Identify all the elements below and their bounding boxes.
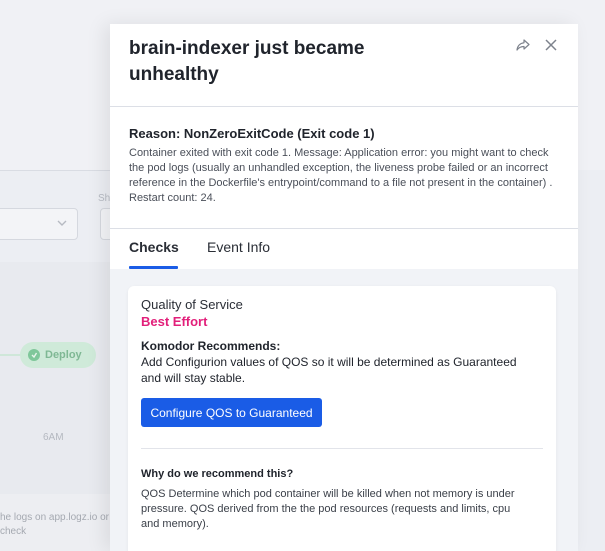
reason-section: Reason: NonZeroExitCode (Exit code 1) Co… <box>110 107 578 228</box>
background-timeline <box>0 262 110 494</box>
active-tab-indicator <box>129 266 178 269</box>
close-icon[interactable] <box>544 38 558 52</box>
deploy-label: Deploy <box>45 349 82 361</box>
drawer-header: brain-indexer just became unhealthy <box>110 24 578 106</box>
why-title: Why do we recommend this? <box>141 468 294 480</box>
reason-title: Reason: NonZeroExitCode (Exit code 1) <box>129 126 375 141</box>
qos-label: Quality of Service <box>141 297 243 312</box>
share-icon[interactable] <box>516 38 530 52</box>
background-logs-text: he logs on app.logz.io or check <box>0 512 109 537</box>
screen: Sh Deploy 6AM he logs on app.logz.io or … <box>0 0 605 551</box>
configure-qos-button[interactable]: Configure QOS to Guaranteed <box>141 398 322 427</box>
tab-event-info[interactable]: Event Info <box>207 239 270 255</box>
reason-message: Container exited with exit code 1. Messa… <box>129 147 553 204</box>
background-filter-label: Sh <box>98 193 111 204</box>
drawer-tabs: Checks Event Info <box>110 229 578 269</box>
qos-check-card: Quality of Service Best Effort Komodor R… <box>128 286 556 551</box>
header-actions <box>516 38 558 52</box>
drawer-title: brain-indexer just became unhealthy <box>129 38 365 85</box>
recommendation-title: Komodor Recommends: <box>141 339 281 353</box>
event-drawer: brain-indexer just became unhealthy Reas… <box>110 24 578 551</box>
deploy-event-chip[interactable]: Deploy <box>20 342 96 368</box>
deploy-icon <box>28 349 40 361</box>
tab-checks[interactable]: Checks <box>129 239 179 255</box>
recommendation-text: Add Configurion values of QOS so it will… <box>141 355 517 385</box>
qos-value: Best Effort <box>141 314 208 329</box>
background-dropdown[interactable] <box>0 208 78 240</box>
chevron-down-icon <box>57 220 67 226</box>
timeline-time-label: 6AM <box>43 432 64 443</box>
card-divider <box>141 448 543 449</box>
why-text: QOS Determine which pod container will b… <box>141 488 515 530</box>
